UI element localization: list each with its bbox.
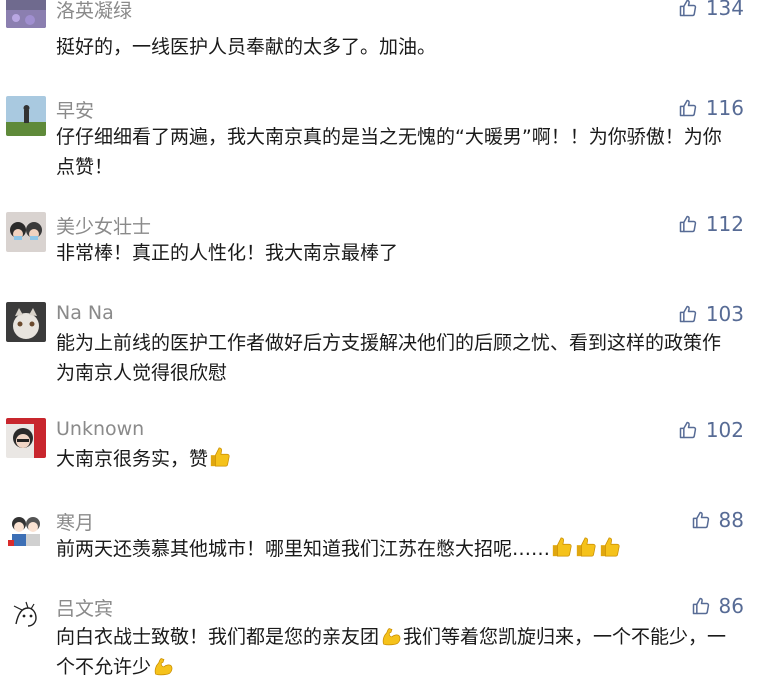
comment-item: 美少女壮士 112 非常棒！真正的人性化！我大南京最棒了	[0, 210, 766, 280]
like-button[interactable]: 88	[691, 508, 744, 532]
comment-text: 非常棒！真正的人性化！我大南京最棒了	[56, 242, 399, 264]
comment-author[interactable]: 早安	[56, 96, 94, 123]
like-count: 103	[705, 302, 744, 326]
comment-text: 前两天还羡慕其他城市！哪里知道我们江苏在憋大招呢……	[56, 534, 736, 564]
like-count: 102	[705, 418, 744, 442]
avatar[interactable]	[6, 508, 46, 548]
thumb-up-outline-icon	[691, 596, 711, 616]
comment-list: 洛英凝绿 134 挺好的，一线医护人员奉献的太多了。加油。 早安 116 仔仔细…	[0, 0, 766, 696]
thumb-up-outline-icon	[691, 510, 711, 530]
comment-text: 向白衣战士致敬！我们都是您的亲友团 我们等着您凯旋归来，一个不能少，一个不允许少	[56, 624, 727, 678]
like-count: 88	[718, 508, 744, 532]
like-button[interactable]: 86	[691, 594, 744, 618]
flexed-biceps-emoji-icon	[380, 624, 402, 646]
thumbs-up-emoji-icon	[575, 536, 597, 558]
thumbs-up-emoji-icon	[599, 536, 621, 558]
like-count: 86	[718, 594, 744, 618]
comment-author[interactable]: 美少女壮士	[56, 212, 151, 239]
thumb-up-outline-icon	[678, 214, 698, 234]
avatar[interactable]	[6, 302, 46, 342]
like-button[interactable]: 103	[678, 302, 744, 326]
comment-author[interactable]: 吕文宾	[56, 594, 113, 621]
comment-item: 早安 116 仔仔细细看了两遍，我大南京真的是当之无愧的“大暖男”啊！！为你骄傲…	[0, 94, 766, 194]
comment-text: 大南京很务实，赞	[56, 444, 736, 474]
like-button[interactable]: 112	[678, 212, 744, 236]
like-button[interactable]: 102	[678, 418, 744, 442]
like-button[interactable]: 134	[678, 0, 744, 20]
like-count: 116	[705, 96, 744, 120]
thumb-up-outline-icon	[678, 420, 698, 440]
avatar[interactable]	[6, 594, 46, 634]
comment-author[interactable]: 寒月	[56, 508, 94, 535]
thumb-up-outline-icon	[678, 0, 698, 18]
comment-item: 吕文宾 86 向白衣战士致敬！我们都是您的亲友团 我们等着您凯旋归来，一个不能少，…	[0, 592, 766, 696]
comment-author[interactable]: 洛英凝绿	[56, 0, 132, 23]
comment-author[interactable]: Unknown	[56, 418, 144, 440]
like-count: 134	[705, 0, 744, 20]
comment-item: 寒月 88 前两天还羡慕其他城市！哪里知道我们江苏在憋大招呢……	[0, 506, 766, 576]
flexed-biceps-emoji-icon	[152, 654, 174, 676]
comment-text: 能为上前线的医护工作者做好后方支援解决他们的后顾之忧、看到这样的政策作为南京人觉…	[56, 332, 722, 384]
comment-item: Unknown 102 大南京很务实，赞	[0, 416, 766, 486]
thumb-up-outline-icon	[678, 98, 698, 118]
comment-item: Na Na 103 能为上前线的医护工作者做好后方支援解决他们的后顾之忧、看到这…	[0, 300, 766, 400]
avatar[interactable]	[6, 0, 46, 28]
comment-text: 仔仔细细看了两遍，我大南京真的是当之无愧的“大暖男”啊！！为你骄傲！为你点赞！	[56, 126, 722, 178]
like-button[interactable]: 116	[678, 96, 744, 120]
avatar[interactable]	[6, 212, 46, 252]
like-count: 112	[705, 212, 744, 236]
comment-item: 洛英凝绿 134 挺好的，一线医护人员奉献的太多了。加油。	[0, 0, 766, 70]
thumb-up-outline-icon	[678, 304, 698, 324]
comment-author[interactable]: Na Na	[56, 302, 114, 324]
avatar[interactable]	[6, 96, 46, 136]
thumbs-up-emoji-icon	[551, 536, 573, 558]
avatar[interactable]	[6, 418, 46, 458]
comment-text: 挺好的，一线医护人员奉献的太多了。加油。	[56, 36, 437, 58]
thumbs-up-emoji-icon	[209, 446, 231, 468]
